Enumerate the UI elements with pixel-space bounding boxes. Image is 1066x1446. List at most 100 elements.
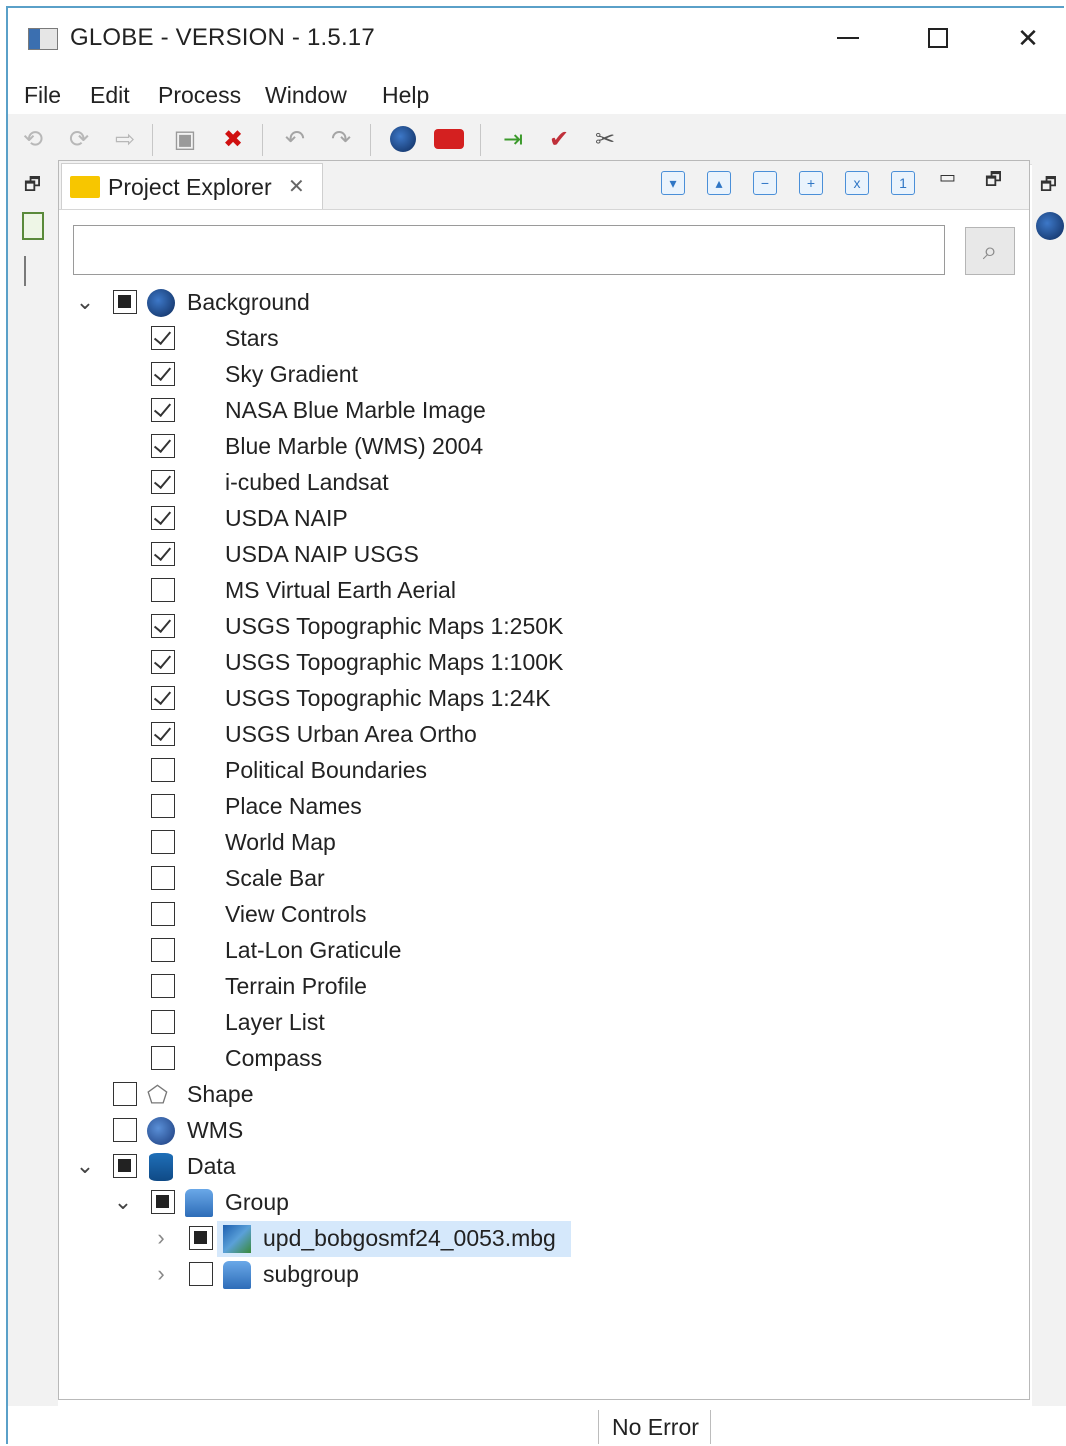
save-icon[interactable]: ▣ bbox=[170, 124, 200, 154]
tree-checkbox[interactable] bbox=[151, 866, 175, 890]
tree-node-background-item[interactable]: USGS Topographic Maps 1:24K bbox=[59, 681, 1029, 717]
undo-icon[interactable]: ⟲ bbox=[18, 124, 48, 154]
chevron-down-icon[interactable]: ⌄ bbox=[75, 289, 95, 315]
restore-icon[interactable]: 🗗 bbox=[24, 172, 41, 202]
redo-action-icon[interactable]: ↷ bbox=[326, 124, 356, 154]
tree-node-background-item[interactable]: NASA Blue Marble Image bbox=[59, 393, 1029, 429]
tree-checkbox[interactable] bbox=[151, 470, 175, 494]
tree-node-subgroup[interactable]: › subgroup bbox=[59, 1257, 1029, 1293]
tree-node-background-item[interactable]: Scale Bar bbox=[59, 861, 1029, 897]
collapse-up-icon[interactable]: ▴ bbox=[707, 171, 731, 195]
export-icon[interactable]: ✔ bbox=[544, 124, 574, 154]
expand-down-icon[interactable]: ▾ bbox=[661, 171, 685, 195]
tree-node-background-item[interactable]: USDA NAIP bbox=[59, 501, 1029, 537]
tree-checkbox[interactable] bbox=[151, 542, 175, 566]
tree-node-background[interactable]: ⌄ Background bbox=[59, 285, 1029, 321]
tree-node-background-item[interactable]: Stars bbox=[59, 321, 1029, 357]
tree-node-shape[interactable]: ⬠ Shape bbox=[59, 1077, 1029, 1113]
tree-node-background-item[interactable]: Place Names bbox=[59, 789, 1029, 825]
menu-window[interactable]: Window bbox=[265, 82, 347, 109]
tree-checkbox[interactable] bbox=[189, 1226, 213, 1250]
tree-checkbox[interactable] bbox=[151, 722, 175, 746]
tree-node-data[interactable]: ⌄ Data bbox=[59, 1149, 1029, 1185]
tree-node-background-item[interactable]: Political Boundaries bbox=[59, 753, 1029, 789]
tree-node-background-item[interactable]: World Map bbox=[59, 825, 1029, 861]
tree-checkbox[interactable] bbox=[151, 614, 175, 638]
menu-process[interactable]: Process bbox=[158, 82, 241, 109]
collapse-all-icon[interactable]: − bbox=[753, 171, 777, 195]
tree-node-background-item[interactable]: USGS Topographic Maps 1:250K bbox=[59, 609, 1029, 645]
tree-checkbox[interactable] bbox=[151, 434, 175, 458]
tree-checkbox[interactable] bbox=[151, 938, 175, 962]
tree-checkbox[interactable] bbox=[151, 398, 175, 422]
globe-icon[interactable] bbox=[388, 124, 418, 154]
tree-checkbox[interactable] bbox=[151, 794, 175, 818]
notes-icon[interactable] bbox=[22, 212, 44, 240]
search-button[interactable]: ⌕ bbox=[965, 227, 1015, 275]
tree-node-background-item[interactable]: USGS Topographic Maps 1:100K bbox=[59, 645, 1029, 681]
tab-project-explorer[interactable]: Project Explorer ✕ bbox=[61, 163, 323, 209]
tree-node-background-item[interactable]: Layer List bbox=[59, 1005, 1029, 1041]
minimize-icon[interactable]: ▭ bbox=[939, 167, 956, 188]
tree-checkbox[interactable] bbox=[151, 578, 175, 602]
close-icon: ✕ bbox=[1017, 22, 1039, 53]
tree-checkbox[interactable] bbox=[151, 902, 175, 926]
chevron-right-icon[interactable]: › bbox=[151, 1261, 171, 1287]
tree-checkbox[interactable] bbox=[151, 1010, 175, 1034]
tree-checkbox[interactable] bbox=[151, 326, 175, 350]
redo-icon[interactable]: ⟳ bbox=[64, 124, 94, 154]
menu-edit[interactable]: Edit bbox=[90, 82, 130, 109]
tree-node-background-item[interactable]: Compass bbox=[59, 1041, 1029, 1077]
menu-file[interactable]: File bbox=[24, 82, 61, 109]
tree-checkbox[interactable] bbox=[151, 506, 175, 530]
tools-icon[interactable]: ✂ bbox=[590, 124, 620, 154]
tree-node-group[interactable]: ⌄ Group bbox=[59, 1185, 1029, 1221]
tree-node-background-item[interactable]: Blue Marble (WMS) 2004 bbox=[59, 429, 1029, 465]
tree-checkbox[interactable] bbox=[151, 650, 175, 674]
tree-checkbox[interactable] bbox=[151, 830, 175, 854]
tree-checkbox[interactable] bbox=[151, 974, 175, 998]
chevron-right-icon[interactable]: › bbox=[151, 1225, 171, 1251]
tree-node-background-item[interactable]: MS Virtual Earth Aerial bbox=[59, 573, 1029, 609]
globe-icon[interactable] bbox=[1036, 212, 1064, 240]
chevron-down-icon[interactable]: ⌄ bbox=[113, 1189, 133, 1215]
import-icon[interactable]: ⇥ bbox=[498, 124, 528, 154]
tree-checkbox[interactable] bbox=[151, 686, 175, 710]
tree-checkbox[interactable] bbox=[113, 290, 137, 314]
search-input[interactable] bbox=[73, 225, 945, 275]
tree-node-background-item[interactable]: Terrain Profile bbox=[59, 969, 1029, 1005]
menu-help[interactable]: Help bbox=[382, 82, 429, 109]
chevron-down-icon[interactable]: ⌄ bbox=[75, 1153, 95, 1179]
tree-node-background-item[interactable]: Sky Gradient bbox=[59, 357, 1029, 393]
forward-icon[interactable]: ⇨ bbox=[110, 124, 140, 154]
tree-checkbox[interactable] bbox=[151, 758, 175, 782]
minimize-button[interactable] bbox=[828, 18, 868, 58]
delete-icon[interactable]: ✖ bbox=[218, 124, 248, 154]
tree-checkbox[interactable] bbox=[151, 1046, 175, 1070]
tree-checkbox[interactable] bbox=[113, 1154, 137, 1178]
tree-node-background-item[interactable]: USGS Urban Area Ortho bbox=[59, 717, 1029, 753]
tree-node-file[interactable]: › upd_bobgosmf24_0053.mbg bbox=[59, 1221, 1029, 1257]
expand-all-icon[interactable]: + bbox=[799, 171, 823, 195]
window-title: GLOBE - VERSION - 1.5.17 bbox=[70, 24, 375, 51]
remove-layer-icon[interactable]: x bbox=[845, 171, 869, 195]
maximize-button[interactable] bbox=[918, 18, 958, 58]
tree-node-wms[interactable]: WMS bbox=[59, 1113, 1029, 1149]
tree-node-background-item[interactable]: USDA NAIP USGS bbox=[59, 537, 1029, 573]
tree-checkbox[interactable] bbox=[151, 1190, 175, 1214]
tree-checkbox[interactable] bbox=[113, 1118, 137, 1142]
close-button[interactable]: ✕ bbox=[1008, 18, 1048, 58]
tree-checkbox[interactable] bbox=[189, 1262, 213, 1286]
restore-icon[interactable]: 🗗 bbox=[985, 167, 1002, 197]
tree-node-background-item[interactable]: i-cubed Landsat bbox=[59, 465, 1029, 501]
tab-close-icon[interactable]: ✕ bbox=[288, 174, 305, 199]
refresh-icon[interactable]: ↶ bbox=[280, 124, 310, 154]
tree-node-background-item[interactable]: Lat-Lon Graticule bbox=[59, 933, 1029, 969]
tree-checkbox[interactable] bbox=[151, 362, 175, 386]
toolbox-icon[interactable] bbox=[434, 124, 464, 154]
restore-icon[interactable]: 🗗 bbox=[1040, 172, 1057, 202]
tree-checkbox[interactable] bbox=[113, 1082, 137, 1106]
tree-node-background-item[interactable]: View Controls bbox=[59, 897, 1029, 933]
add-layer-icon[interactable]: 1 bbox=[891, 171, 915, 195]
hierarchy-icon[interactable] bbox=[24, 256, 44, 286]
